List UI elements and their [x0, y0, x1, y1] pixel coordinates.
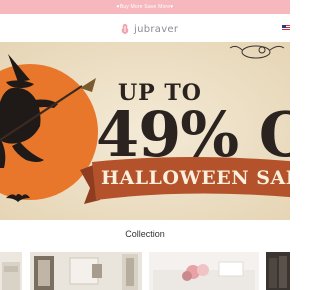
collection-image — [266, 252, 290, 290]
site-header: jubraver — [0, 14, 290, 43]
hero-banner[interactable]: UP TO 49% OFF HALLOWEEN SALE — [0, 42, 290, 220]
collection-heading: Collection — [125, 229, 165, 239]
us-flag-icon[interactable] — [282, 25, 290, 31]
collection-item-2[interactable] — [30, 252, 142, 290]
collection-item-4[interactable] — [266, 252, 290, 290]
announcement-bar[interactable]: ♥Buy More Save More♥ — [0, 0, 290, 14]
collection-item-1[interactable] — [0, 252, 22, 290]
logo-mark-icon — [121, 24, 129, 34]
collection-item-3[interactable] — [149, 252, 259, 290]
collection-image — [30, 252, 142, 290]
collection-grid — [0, 252, 290, 290]
hero-discount: 49% OFF — [96, 98, 290, 171]
hero-sale-text: HALLOWEEN SALE — [101, 167, 290, 189]
collection-image — [149, 252, 259, 290]
brand-name: jubraver — [134, 23, 179, 35]
brand-logo[interactable]: jubraver — [120, 22, 178, 36]
announcement-text: ♥Buy More Save More♥ — [116, 4, 174, 10]
collection-image — [0, 252, 22, 290]
